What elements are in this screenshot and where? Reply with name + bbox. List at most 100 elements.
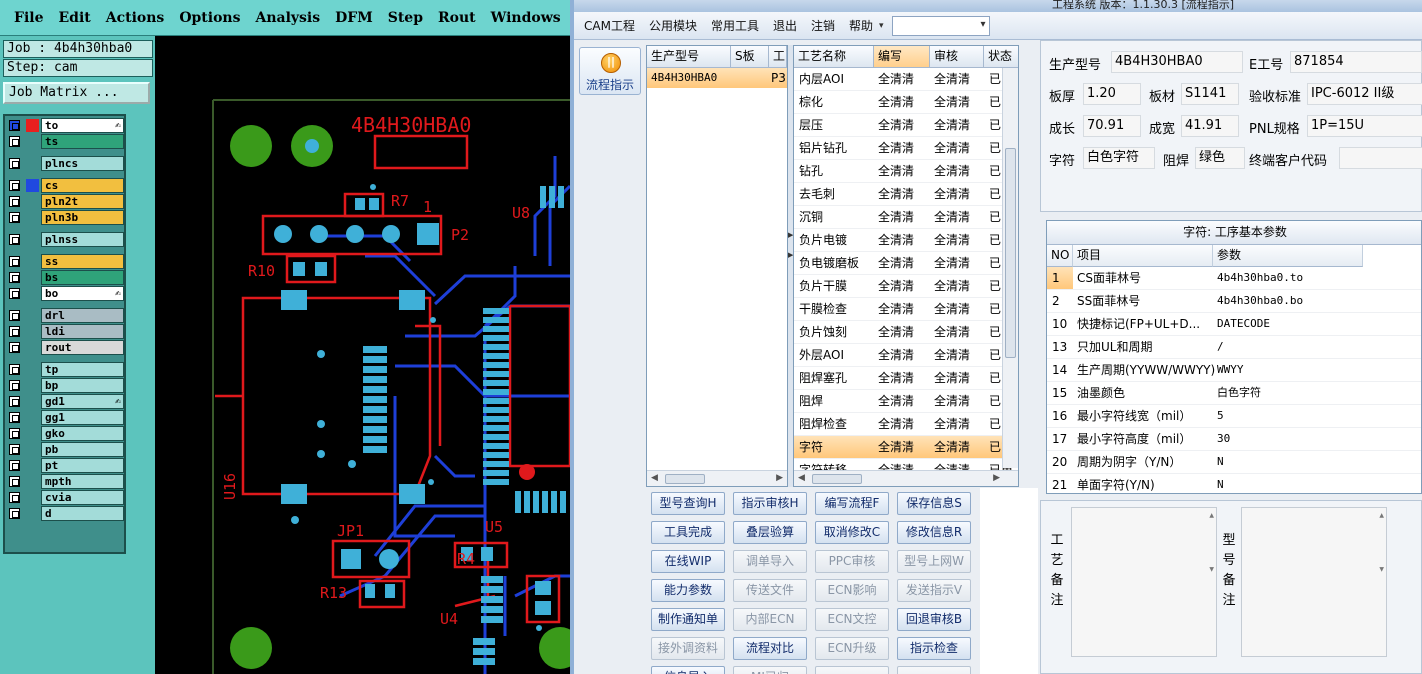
layer-name[interactable]: pb [41,442,124,457]
model-list-header-s[interactable]: S板 [731,46,769,68]
process-list-row[interactable]: 字符 全清清 全清清 已审 [794,436,1018,459]
layer-name[interactable]: drl [41,308,124,323]
process-list-row[interactable]: 阻焊塞孔 全清清 全清清 已审 [794,367,1018,390]
layer-row-ldi[interactable]: ldi [7,324,124,339]
process-list-row[interactable]: 负片电镀 全清清 全清清 已审 [794,229,1018,252]
action-button-17[interactable]: 内部ECN [733,608,807,631]
job-matrix-button[interactable]: Job Matrix ... [3,82,150,104]
layer-name[interactable]: to ✍ [41,118,124,133]
layer-checkbox[interactable] [9,444,20,455]
material-value-field[interactable]: S1141 [1181,83,1239,105]
action-button-9[interactable]: 调单导入 [733,550,807,573]
layer-name[interactable]: gko [41,426,124,441]
process-list-row[interactable]: 干膜检查 全清清 全清清 已审 [794,298,1018,321]
param-table-row[interactable]: 14 生产周期(YYWW/WWYY) WWYY [1047,359,1421,382]
layer-checkbox[interactable] [9,310,20,321]
layer-checkbox[interactable] [9,428,20,439]
model-remark-textarea[interactable] [1241,507,1387,657]
layer-row-to[interactable]: to ✍ [7,118,124,133]
process-list-header-status[interactable]: 状态 [984,46,1018,68]
menu-help[interactable]: 帮助 [849,17,873,34]
layer-name[interactable]: plnss [41,232,124,247]
layer-name[interactable]: ss [41,254,124,269]
layer-row-tp[interactable]: tp [7,362,124,377]
process-list-row[interactable]: 层压 全清清 全清清 已审 [794,114,1018,137]
process-list-row[interactable]: 负片干膜 全清清 全清清 已审 [794,275,1018,298]
layer-name[interactable]: pt [41,458,124,473]
layer-row-ss[interactable]: ss [7,254,124,269]
menu-analysis[interactable]: Analysis [255,10,320,26]
menu-exit[interactable]: 退出 [773,17,797,34]
process-remark-textarea[interactable] [1071,507,1217,657]
layer-checkbox[interactable] [9,326,20,337]
layer-row-ts[interactable]: ts [7,134,124,149]
process-list-row[interactable]: 铝片钻孔 全清清 全清清 已审 [794,137,1018,160]
action-button-8[interactable]: 在线WIP [651,550,725,573]
layer-checkbox[interactable] [9,412,20,423]
menu-cam-project[interactable]: CAM工程 [584,17,635,34]
model-list-header-model[interactable]: 生产型号 [647,46,731,68]
layer-name[interactable]: bp [41,378,124,393]
length-value-field[interactable]: 70.91 [1083,115,1141,137]
param-table-row[interactable]: 17 最小字符高度（mil） 30 [1047,428,1421,451]
layer-row-bs[interactable]: bs [7,270,124,285]
action-button-6[interactable]: 取消修改C [815,521,889,544]
layer-name[interactable]: d [41,506,124,521]
menu-logout[interactable]: 注销 [811,17,835,34]
layer-checkbox[interactable] [9,196,20,207]
action-button-26[interactable] [815,666,889,674]
layer-name[interactable]: ts [41,134,124,149]
layer-row-gko[interactable]: gko [7,426,124,441]
layer-row-plnss[interactable]: plnss [7,232,124,247]
layer-checkbox[interactable] [9,396,20,407]
param-table-row[interactable]: 16 最小字符线宽（mil） 5 [1047,405,1421,428]
param-table-row[interactable]: 20 周期为阴字（Y/N） N [1047,451,1421,474]
process-list-row[interactable]: 阻焊 全清清 全清清 已审 [794,390,1018,413]
param-table-row[interactable]: 15 油墨颜色 白色字符 [1047,382,1421,405]
layer-checkbox[interactable] [9,476,20,487]
pcb-canvas[interactable]: 4B4H30HBA0 R7 1 P2 U8 R10 U16 JP1 U5 R4 … [155,36,570,674]
layer-name[interactable]: tp [41,362,124,377]
layer-name[interactable]: mpth [41,474,124,489]
flow-instruction-button[interactable]: 流程指示 [579,47,641,95]
layer-checkbox[interactable] [9,288,20,299]
process-list-row[interactable]: 沉铜 全清清 全清清 已审 [794,206,1018,229]
customer-code-field[interactable] [1339,147,1422,169]
action-button-19[interactable]: 回退审核B [897,608,971,631]
process-list-row[interactable]: 钻孔 全清清 全清清 已审 [794,160,1018,183]
action-button-16[interactable]: 制作通知单 [651,608,725,631]
param-table-row[interactable]: 10 快捷标记(FP+UL+D... DATECODE [1047,313,1421,336]
model-list-header-extra[interactable]: 工 [769,46,787,68]
layer-row-d[interactable]: d [7,506,124,521]
layer-checkbox[interactable] [9,212,20,223]
layer-checkbox[interactable] [9,136,20,147]
action-button-15[interactable]: 发送指示V [897,579,971,602]
action-button-1[interactable]: 指示审核H [733,492,807,515]
layer-row-pln3b[interactable]: pln3b [7,210,124,225]
layer-row-gg1[interactable]: gg1 [7,410,124,425]
menu-common-module[interactable]: 公用模块 [649,17,697,34]
action-button-23[interactable]: 指示检查 [897,637,971,660]
layer-checkbox[interactable] [9,342,20,353]
layer-checkbox[interactable] [9,234,20,245]
layer-row-cvia[interactable]: cvia [7,490,124,505]
layer-row-bo[interactable]: bo ✍ [7,286,124,301]
process-list-header-author[interactable]: 编写 [874,46,930,68]
layer-row-pb[interactable]: pb [7,442,124,457]
model-list-row[interactable]: 4B4H30HBA0 P3 [647,68,787,88]
soldermask-value-field[interactable]: 绿色 [1195,147,1245,169]
layer-color-swatch[interactable] [26,179,39,192]
action-button-5[interactable]: 叠层验算 [733,521,807,544]
layer-row-drl[interactable]: drl [7,308,124,323]
menu-step[interactable]: Step [388,10,423,26]
process-list-header-review[interactable]: 审核 [930,46,984,68]
action-button-4[interactable]: 工具完成 [651,521,725,544]
menu-dfm[interactable]: DFM [335,10,373,26]
layer-name[interactable]: rout [41,340,124,355]
layer-row-mpth[interactable]: mpth [7,474,124,489]
layer-name[interactable]: cvia [41,490,124,505]
model-value-field[interactable]: 4B4H30HBA0 [1111,51,1243,73]
process-list-row[interactable]: 棕化 全清清 全清清 已审 [794,91,1018,114]
model-list-hscroll[interactable]: ◀ ▶ [647,470,787,486]
action-button-27[interactable] [897,666,971,674]
